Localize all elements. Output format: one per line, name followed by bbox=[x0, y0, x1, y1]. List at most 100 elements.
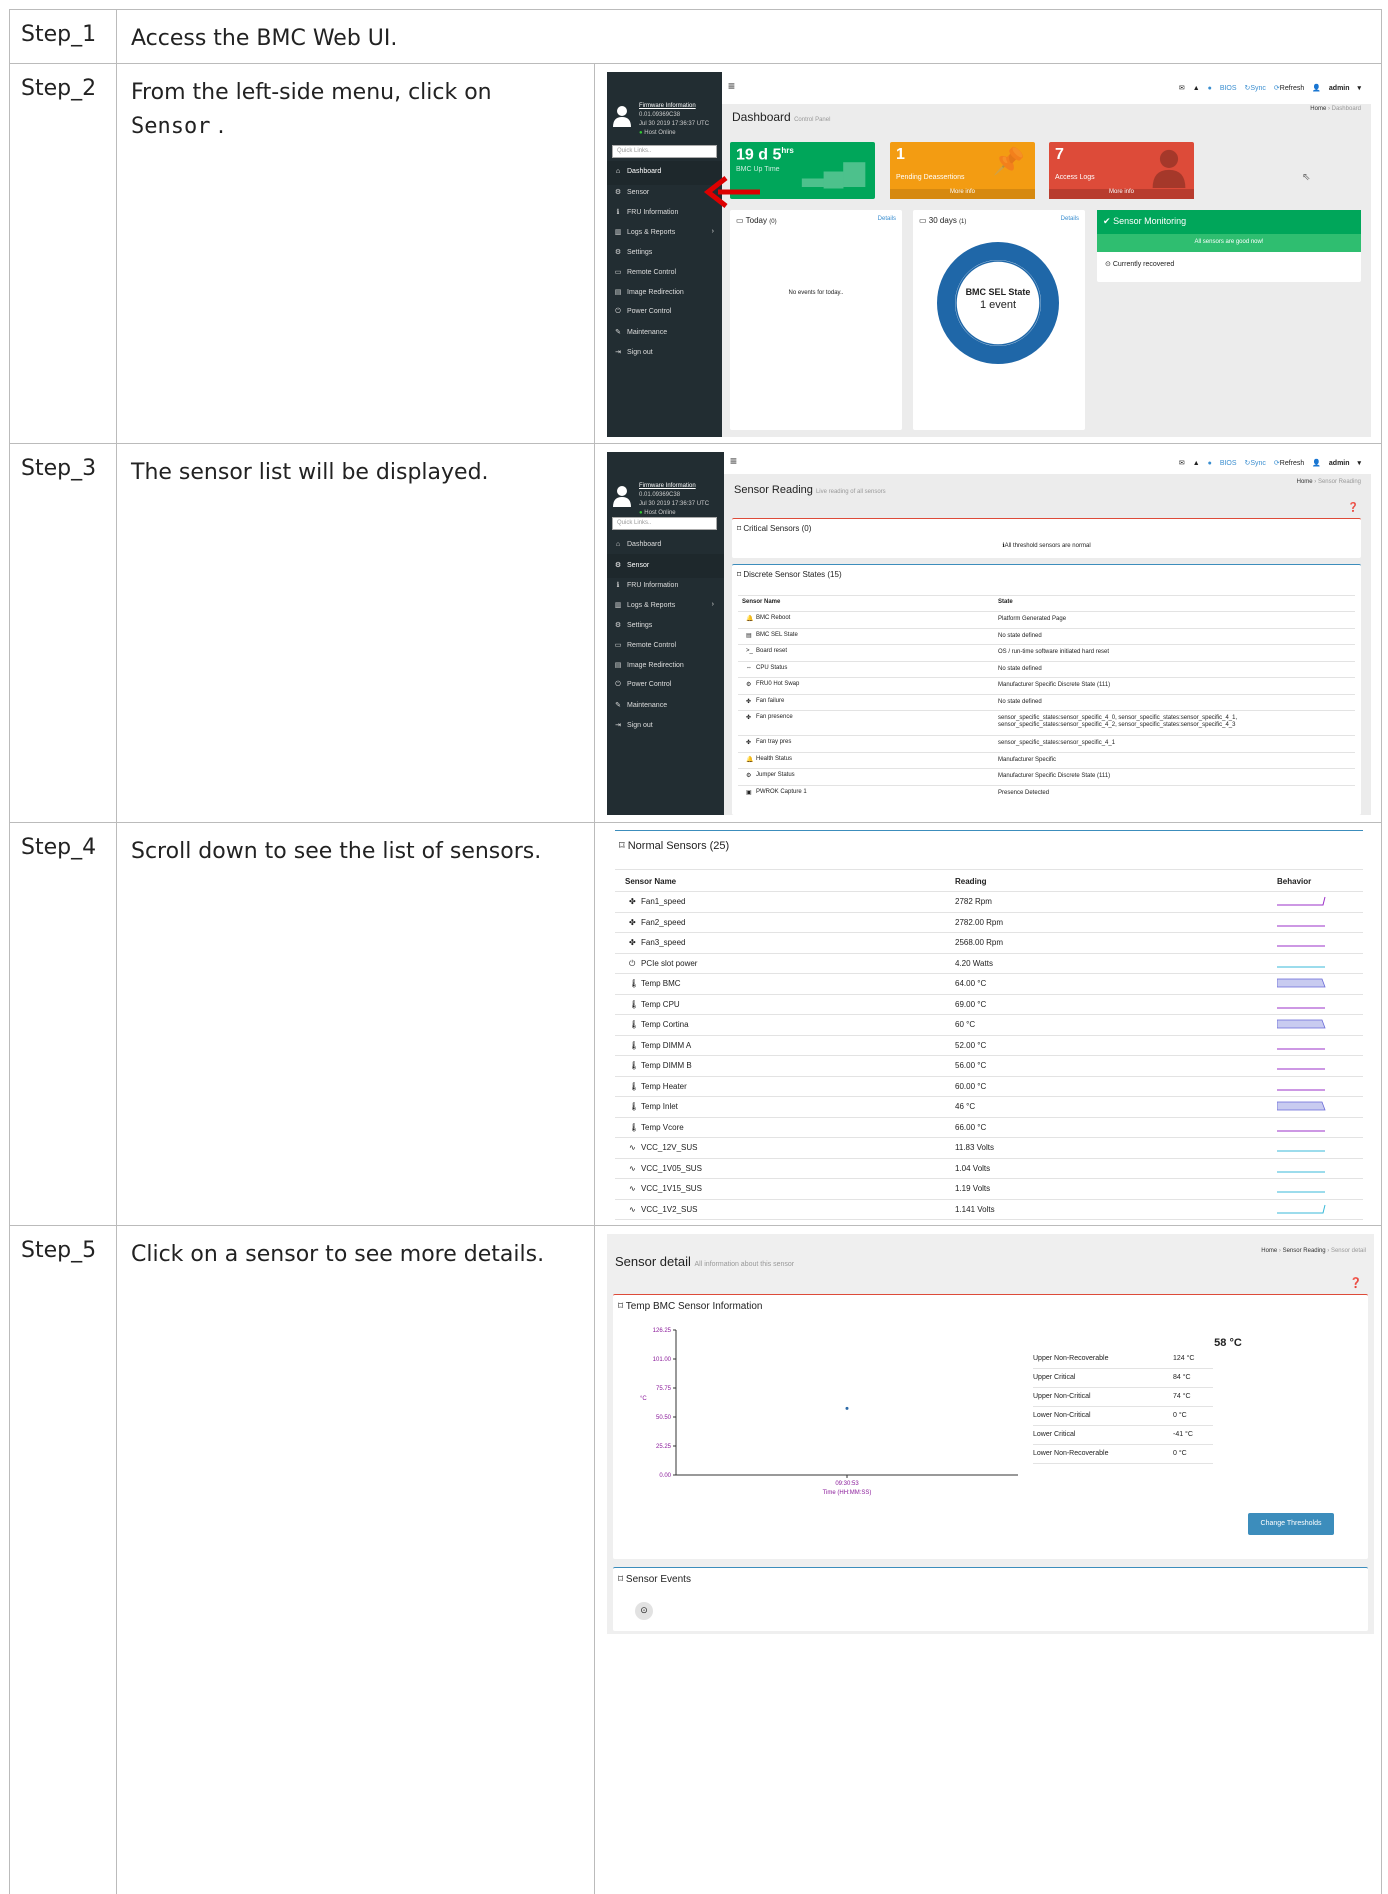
table-row[interactable]: 🌡 Temp Heater 60.00 °C bbox=[615, 1082, 1363, 1094]
breadcrumb-sensor-reading[interactable]: Sensor Reading bbox=[1283, 1248, 1326, 1254]
change-thresholds-button[interactable]: Change Thresholds bbox=[1248, 1513, 1334, 1535]
threshold-value: 0 °C bbox=[1173, 1450, 1187, 1457]
row-divider bbox=[615, 1055, 1363, 1056]
hamburger-icon[interactable]: ≡ bbox=[730, 454, 737, 468]
more-info-link[interactable]: More info bbox=[1049, 189, 1194, 199]
refresh-button[interactable]: ⟳Refresh bbox=[1274, 85, 1304, 92]
quick-links-select[interactable]: Quick Links.. bbox=[612, 145, 717, 158]
bios-button[interactable]: ● BIOS bbox=[1208, 85, 1237, 92]
threshold-label: Lower Critical bbox=[1033, 1431, 1076, 1438]
warning-icon[interactable]: ▲ bbox=[1193, 460, 1200, 467]
table-row[interactable]: ✤ Fan2_speed 2782.00 Rpm bbox=[615, 918, 1363, 930]
row-divider bbox=[738, 677, 1355, 678]
recovered-text: ⊙ Currently recovered bbox=[1105, 261, 1175, 268]
wrench-icon: ✎ bbox=[615, 702, 621, 709]
table-row[interactable]: 🌡 Temp Inlet 46 °C bbox=[615, 1101, 1363, 1114]
quick-links-select[interactable]: Quick Links.. bbox=[612, 517, 717, 530]
sync-button[interactable]: ↻Sync bbox=[1245, 460, 1266, 467]
sensor-reading: 4.20 Watts bbox=[955, 958, 993, 968]
hamburger-icon[interactable]: ≡ bbox=[728, 79, 735, 93]
bios-button[interactable]: ● BIOS bbox=[1208, 460, 1237, 467]
table-row[interactable]: ✤ Fan tray pres sensor_specific_states:sen… bbox=[738, 739, 1355, 752]
table-row[interactable]: 🌡 Temp Cortina 60 °C bbox=[615, 1019, 1363, 1032]
row-divider bbox=[738, 784, 1355, 786]
row-divider bbox=[615, 952, 1363, 954]
critical-title: ⌑ Critical Sensors (0) bbox=[737, 524, 812, 533]
table-row[interactable]: ⏻ PCIe slot power 4.20 Watts bbox=[615, 959, 1363, 971]
details-link[interactable]: Details bbox=[1061, 216, 1079, 222]
discrete-sensors-panel: ⌑ Discrete Sensor States (15) Sensor Nam… bbox=[732, 564, 1361, 815]
firmware-link[interactable]: Firmware Information bbox=[639, 103, 696, 109]
sidebar: Firmware Information 0.01.09369C38 Jul 30 … bbox=[607, 452, 724, 815]
table-row[interactable]: ✤ Fan3_speed 2568.00 Rpm bbox=[615, 938, 1363, 950]
sensor-name: Temp DIMM A bbox=[641, 1040, 692, 1050]
table-row[interactable]: 🔔 Health Status Manufacturer Specific bbox=[738, 756, 1355, 769]
table-row[interactable]: 🌡 Temp DIMM B 56.00 °C bbox=[615, 1061, 1363, 1073]
sidebar-item-signout[interactable]: ⇥ Sign out bbox=[607, 341, 722, 365]
sensor-reading: 1.04 Volts bbox=[955, 1163, 991, 1173]
sensor-detail-screenshot: Sensor detail All information about this… bbox=[607, 1234, 1374, 1634]
breadcrumb-home[interactable]: Home bbox=[1297, 479, 1313, 485]
threshold-value: 124 °C bbox=[1173, 1355, 1195, 1362]
mail-icon[interactable]: ✉ bbox=[1179, 85, 1185, 92]
disk-icon: ▤ bbox=[614, 662, 622, 669]
sparkline-path bbox=[1277, 978, 1326, 988]
sparkline-path bbox=[1277, 1101, 1326, 1111]
step-label: Step_2 bbox=[10, 64, 117, 443]
firmware-link[interactable]: Firmware Information bbox=[639, 483, 696, 489]
table-row[interactable]: ⚙ Jumper Status Manufacturer Specific Disc… bbox=[738, 772, 1355, 785]
sparkline bbox=[1277, 1089, 1325, 1090]
warning-icon[interactable]: ▲ bbox=[1193, 85, 1200, 92]
breadcrumb: Home › Dashboard bbox=[1310, 106, 1361, 112]
chart-icon: ▥ bbox=[614, 602, 622, 609]
sensor-name: VCC_1V05_SUS bbox=[641, 1163, 702, 1173]
refresh-button[interactable]: ⟳Refresh bbox=[1274, 460, 1304, 467]
help-icon[interactable]: ❓ bbox=[1348, 502, 1359, 513]
table-row[interactable]: 🌡 Temp Vcore 66.00 °C bbox=[615, 1123, 1363, 1135]
sidebar-item-signout[interactable]: ⇥ Sign out bbox=[607, 714, 722, 738]
table-row[interactable]: ▤ BMC SEL State No state defined bbox=[738, 632, 1355, 645]
table-row[interactable]: ⇔ CPU Status No state defined bbox=[738, 665, 1355, 678]
sync-button[interactable]: ↻Sync bbox=[1245, 85, 1266, 92]
table-row[interactable]: >_ Board reset OS / run-time software init… bbox=[738, 648, 1355, 661]
admin-menu[interactable]: 👤 admin ▾ bbox=[1312, 460, 1361, 467]
normal-table: Sensor Name Reading Behavior ✤ Fan1_speed… bbox=[615, 869, 1363, 1220]
breadcrumb-home[interactable]: Home bbox=[1310, 106, 1326, 112]
more-info-link[interactable]: More info bbox=[890, 189, 1035, 199]
table-row[interactable]: 🌡 Temp DIMM A 52.00 °C bbox=[615, 1041, 1363, 1053]
table-row[interactable]: ✤ Fan presence sensor_specific_states:sens… bbox=[738, 714, 1355, 735]
table-row[interactable]: 🌡 Temp CPU 69.00 °C bbox=[615, 1000, 1363, 1012]
help-icon[interactable]: ❓ bbox=[1350, 1278, 1362, 1289]
table-row[interactable]: ∿ VCC_1V05_SUS 1.04 Volts bbox=[615, 1164, 1363, 1176]
row-divider bbox=[615, 973, 1363, 974]
table-row[interactable]: ⚙ FRU0 Hot Swap Manufacturer Specific Disc… bbox=[738, 681, 1355, 694]
sparkline bbox=[1277, 1007, 1325, 1008]
table-row[interactable]: 🔔 BMC Reboot Platform Generated Page bbox=[738, 615, 1355, 628]
check-icon: ✔ bbox=[1103, 216, 1111, 226]
sensor-name: BMC Reboot bbox=[756, 615, 791, 621]
breadcrumb-home[interactable]: Home bbox=[1261, 1248, 1277, 1254]
clock-icon[interactable]: ⊙ bbox=[635, 1602, 653, 1620]
mail-icon[interactable]: ✉ bbox=[1179, 460, 1185, 467]
pulse-icon: ∿ bbox=[629, 1143, 636, 1152]
current-reading: 58 °C bbox=[1214, 1337, 1242, 1349]
sensor-reading: 66.00 °C bbox=[955, 1122, 987, 1132]
y-tick-label: 0.00 bbox=[659, 1473, 671, 1479]
step-text: The sensor list will be displayed. bbox=[117, 444, 595, 822]
sparkline bbox=[1277, 978, 1326, 988]
events-title: ⌑ Sensor Events bbox=[618, 1574, 691, 1585]
table-row[interactable]: ✤ Fan failure No state defined bbox=[738, 698, 1355, 711]
table-row[interactable]: 🌡 Temp BMC 64.00 °C bbox=[615, 978, 1363, 991]
table-row[interactable]: ▣ PWROK Capture 1 Presence Detected bbox=[738, 789, 1355, 802]
details-link[interactable]: Details bbox=[878, 216, 896, 222]
table-row[interactable]: ∿ VCC_1V15_SUS 1.19 Volts bbox=[615, 1184, 1363, 1196]
sensor-state: No state defined bbox=[998, 698, 1042, 705]
sensor-name: Temp Heater bbox=[641, 1081, 687, 1091]
step-row-2: Step_2 From the left-side menu, click on… bbox=[10, 64, 1381, 444]
y-tick-label: 25.25 bbox=[656, 1444, 672, 1450]
table-row[interactable]: ∿ VCC_1V2_SUS 1.141 Volts bbox=[615, 1204, 1363, 1217]
admin-menu[interactable]: 👤 admin ▾ bbox=[1312, 85, 1361, 92]
table-row[interactable]: ∿ VCC_12V_SUS 11.83 Volts bbox=[615, 1143, 1363, 1155]
table-row[interactable]: ✤ Fan1_speed 2782 Rpm bbox=[615, 896, 1363, 909]
screenshot-cell: Sensor detail All information about this… bbox=[595, 1226, 1381, 1894]
